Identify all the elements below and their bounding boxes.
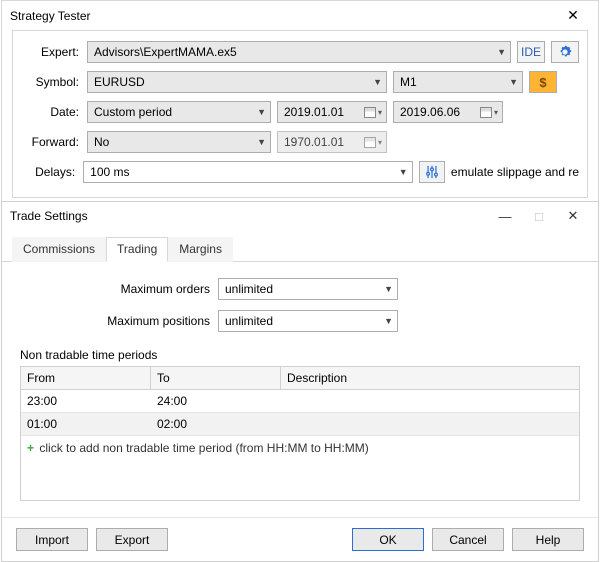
trade-settings-titlebar: Trade Settings — □ ✕ [2, 202, 598, 230]
close-icon[interactable]: ✕ [558, 7, 588, 24]
ok-button[interactable]: OK [352, 528, 424, 551]
trade-settings-dialog: Trade Settings — □ ✕ Commissions Trading… [1, 201, 599, 562]
export-button[interactable]: Export [96, 528, 168, 551]
chevron-down-icon: ▾ [494, 108, 498, 117]
delays-label: Delays: [21, 165, 77, 179]
grid-empty [21, 460, 579, 500]
chevron-down-icon: ▼ [399, 167, 408, 177]
tab-margins[interactable]: Margins [168, 237, 233, 262]
import-button[interactable]: Import [16, 528, 88, 551]
add-hint: click to add non tradable time period (f… [39, 441, 368, 455]
expert-value: Advisors\ExpertMAMA.ex5 [94, 45, 237, 59]
chevron-down-icon: ▼ [497, 47, 506, 57]
delays-value: 100 ms [90, 165, 129, 179]
dialog-buttons: Import Export OK Cancel Help [2, 517, 598, 561]
date-label: Date: [21, 105, 81, 119]
trade-settings-button[interactable] [419, 161, 445, 183]
forward-select[interactable]: No ▼ [87, 131, 271, 153]
table-row[interactable]: 23:00 24:00 [21, 390, 579, 413]
date-from-value: 2019.01.01 [284, 105, 344, 119]
col-description[interactable]: Description [281, 367, 579, 389]
tab-trading[interactable]: Trading [106, 237, 168, 262]
maximize-button: □ [522, 209, 556, 224]
grid-header: From To Description [21, 367, 579, 390]
max-positions-label: Maximum positions [20, 314, 210, 328]
cell-from: 23:00 [21, 390, 151, 412]
expert-label: Expert: [21, 45, 81, 59]
chevron-down-icon: ▾ [378, 138, 382, 147]
forward-date-value: 1970.01.01 [284, 135, 344, 149]
table-row[interactable]: 01:00 02:00 [21, 413, 579, 436]
chevron-down-icon: ▾ [378, 108, 382, 117]
help-button[interactable]: Help [512, 528, 584, 551]
chevron-down-icon: ▼ [257, 137, 266, 147]
ide-button[interactable]: IDE [517, 41, 545, 63]
plus-icon: + [27, 441, 34, 455]
timeframe-select[interactable]: M1 ▼ [393, 71, 523, 93]
delays-select[interactable]: 100 ms ▼ [83, 161, 412, 183]
cell-desc [281, 413, 579, 435]
max-positions-select[interactable]: unlimited ▼ [218, 310, 398, 332]
symbol-properties-button[interactable]: $ [529, 71, 557, 93]
date-to-value: 2019.06.06 [400, 105, 460, 119]
cell-from: 01:00 [21, 413, 151, 435]
timeperiods-grid: From To Description 23:00 24:00 01:00 02… [20, 366, 580, 501]
symbol-select[interactable]: EURUSD ▼ [87, 71, 387, 93]
chevron-down-icon: ▼ [384, 316, 393, 326]
chevron-down-icon: ▼ [384, 284, 393, 294]
forward-value: No [94, 135, 109, 149]
col-to[interactable]: To [151, 367, 281, 389]
symbol-label: Symbol: [21, 75, 81, 89]
forward-label: Forward: [21, 135, 81, 149]
trade-settings-tabs: Commissions Trading Margins [2, 236, 598, 262]
max-orders-label: Maximum orders [20, 282, 210, 296]
cancel-button[interactable]: Cancel [432, 528, 504, 551]
close-button[interactable]: ✕ [556, 208, 590, 224]
cell-to: 24:00 [151, 390, 281, 412]
symbol-value: EURUSD [94, 75, 145, 89]
forward-date-input: 1970.01.01 ▾ [277, 131, 387, 153]
cell-desc [281, 390, 579, 412]
trade-settings-title: Trade Settings [10, 209, 88, 223]
timeperiods-section-title: Non tradable time periods [20, 348, 580, 362]
tab-commissions[interactable]: Commissions [12, 237, 106, 262]
timeframe-value: M1 [400, 75, 417, 89]
strategy-tester-title: Strategy Tester [10, 9, 90, 23]
strategy-tester-titlebar: Strategy Tester ✕ [2, 1, 598, 30]
add-period-row[interactable]: + click to add non tradable time period … [21, 436, 579, 460]
date-to-input[interactable]: 2019.06.06 ▾ [393, 101, 503, 123]
chevron-down-icon: ▼ [373, 77, 382, 87]
minimize-button[interactable]: — [488, 209, 522, 224]
delays-hint: emulate slippage and re [451, 165, 579, 179]
expert-select[interactable]: Advisors\ExpertMAMA.ex5 ▼ [87, 41, 511, 63]
chevron-down-icon: ▼ [257, 107, 266, 117]
calendar-icon [364, 137, 376, 148]
max-positions-value: unlimited [225, 314, 273, 328]
date-from-input[interactable]: 2019.01.01 ▾ [277, 101, 387, 123]
max-orders-value: unlimited [225, 282, 273, 296]
calendar-icon [364, 107, 376, 118]
max-orders-select[interactable]: unlimited ▼ [218, 278, 398, 300]
strategy-tester-panel: Strategy Tester ✕ Expert: Advisors\Exper… [1, 0, 599, 209]
gear-icon[interactable] [551, 41, 579, 63]
calendar-icon [480, 107, 492, 118]
period-select[interactable]: Custom period ▼ [87, 101, 271, 123]
cell-to: 02:00 [151, 413, 281, 435]
period-value: Custom period [94, 105, 172, 119]
col-from[interactable]: From [21, 367, 151, 389]
chevron-down-icon: ▼ [509, 77, 518, 87]
